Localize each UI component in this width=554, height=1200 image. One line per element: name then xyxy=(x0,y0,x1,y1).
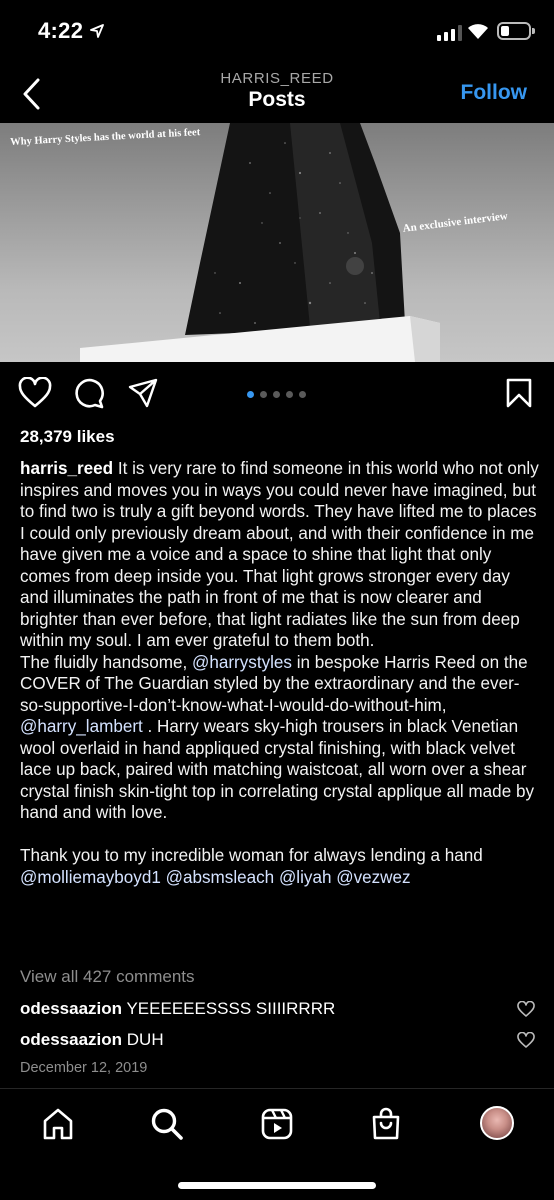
reels-icon[interactable] xyxy=(260,1107,294,1141)
comment-row: odessaazion DUH xyxy=(20,1030,520,1050)
comment-like-heart-icon[interactable] xyxy=(517,1001,535,1018)
status-time: 4:22 xyxy=(38,18,84,43)
carousel-dot xyxy=(299,391,306,398)
header: HARRIS_REED Posts Follow xyxy=(0,64,554,122)
carousel-indicator xyxy=(247,391,306,398)
view-all-comments-link[interactable]: View all 427 comments xyxy=(20,967,195,987)
caption-text: The fluidly handsome, xyxy=(20,652,192,672)
mention-link[interactable]: @vezwez xyxy=(336,868,410,887)
carousel-dot xyxy=(247,391,254,398)
likes-count[interactable]: 28,379 likes xyxy=(20,427,115,447)
share-icon[interactable] xyxy=(127,377,159,409)
comment-text: YEEEEEESSSS SIIIIRRRR xyxy=(126,999,336,1018)
location-arrow-icon xyxy=(90,24,104,38)
comment-username[interactable]: odessaazion xyxy=(20,999,122,1018)
mention-link[interactable]: @molliemayboyd1 xyxy=(20,868,161,887)
follow-button[interactable]: Follow xyxy=(461,81,528,105)
battery-icon xyxy=(497,22,535,40)
post-actions xyxy=(0,362,554,424)
caption-text: Thank you to my incredible woman for alw… xyxy=(20,846,483,865)
caption-paragraph-1: It is very rare to find someone in this … xyxy=(20,459,539,650)
bookmark-icon[interactable] xyxy=(505,377,533,409)
post-caption: harris_reed It is very rare to find some… xyxy=(20,458,540,888)
search-icon[interactable] xyxy=(150,1107,184,1141)
carousel-dot xyxy=(273,391,280,398)
home-indicator xyxy=(178,1182,376,1189)
comment-row: odessaazion YEEEEEESSSS SIIIIRRRR xyxy=(20,999,520,1019)
caption-username[interactable]: harris_reed xyxy=(20,459,113,478)
carousel-dot xyxy=(286,391,293,398)
mention-link[interactable]: @absmsleach xyxy=(166,868,275,887)
carousel-dot xyxy=(260,391,267,398)
profile-avatar[interactable] xyxy=(480,1106,514,1140)
mention-link[interactable]: @harrystyles xyxy=(192,653,292,672)
wifi-icon xyxy=(468,24,488,39)
mention-link[interactable]: @liyah xyxy=(279,868,332,887)
mention-link[interactable]: @harry_lambert xyxy=(20,717,143,736)
post-date: December 12, 2019 xyxy=(20,1060,148,1076)
shop-icon[interactable] xyxy=(369,1107,403,1141)
cellular-signal-icon xyxy=(437,24,462,41)
comment-username[interactable]: odessaazion xyxy=(20,1030,122,1049)
status-bar: 4:22 xyxy=(0,0,554,64)
home-icon[interactable] xyxy=(41,1107,75,1141)
cover-photo-graphic xyxy=(80,123,440,362)
comment-text: DUH xyxy=(126,1030,164,1049)
comment-icon[interactable] xyxy=(73,377,105,409)
heart-icon[interactable] xyxy=(18,377,52,409)
post-image[interactable]: Why Harry Styles has the world at his fe… xyxy=(0,123,554,362)
comment-like-heart-icon[interactable] xyxy=(517,1032,535,1049)
